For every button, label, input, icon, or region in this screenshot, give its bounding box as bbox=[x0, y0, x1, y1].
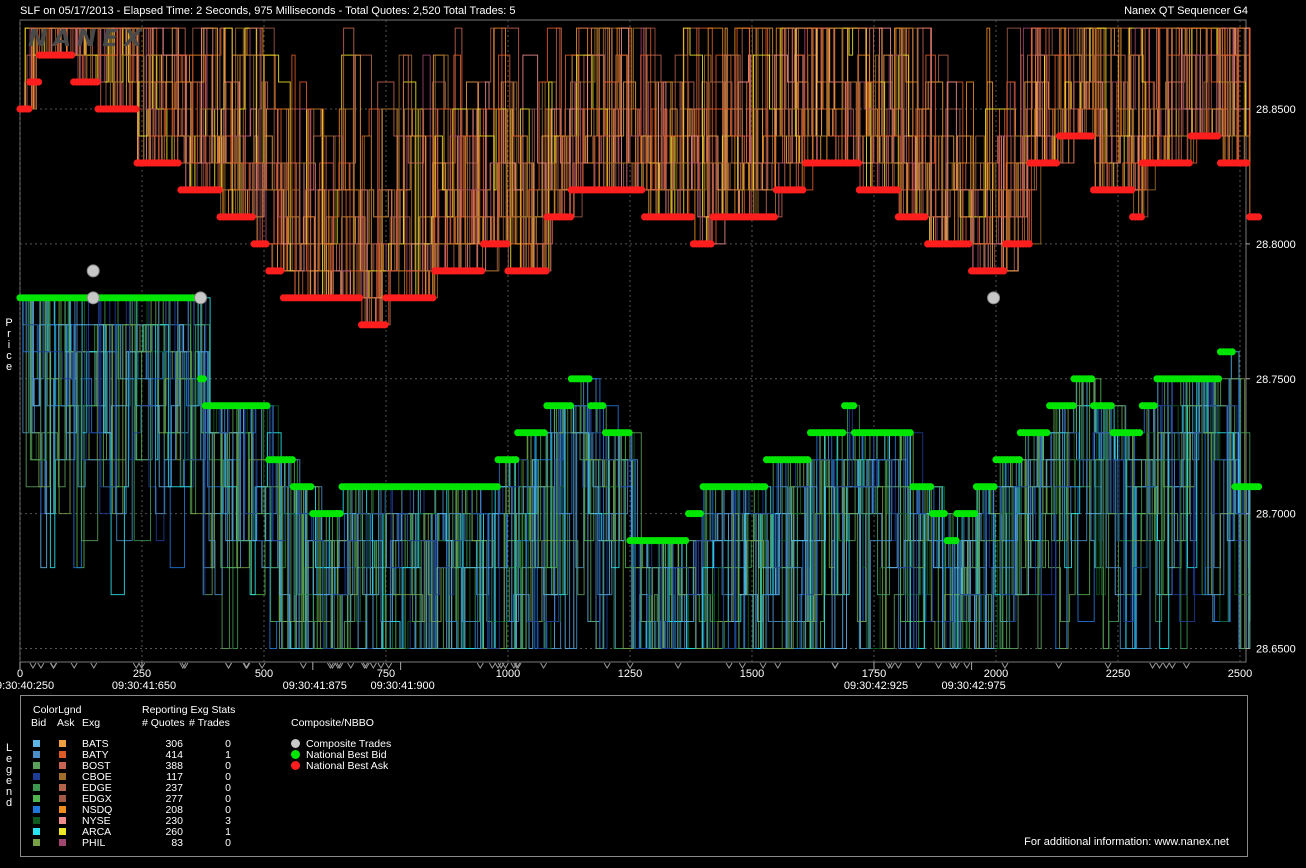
legend-row-cboe: CBOE 117 0 bbox=[21, 771, 261, 783]
price-chart: 28.650028.700028.750028.800028.85000 250 5… bbox=[0, 19, 1296, 692]
ask-swatch bbox=[59, 784, 66, 791]
x-tick-label: 750 bbox=[377, 668, 395, 680]
nbbo-title: Composite/NBBO bbox=[291, 717, 374, 729]
legend-side-label: Legend bbox=[5, 742, 13, 809]
x-axis-labels: 0250500750100012501500175020002250250009… bbox=[0, 662, 1252, 692]
legend-row-edge: EDGE 237 0 bbox=[21, 782, 261, 794]
legend-row-nsdq: NSDQ 208 0 bbox=[21, 804, 261, 816]
time-label: 09:30:41:900 bbox=[371, 680, 435, 692]
ask-swatch bbox=[59, 762, 66, 769]
legend-row-bost: BOST 388 0 bbox=[21, 760, 261, 772]
bid-swatch bbox=[33, 817, 40, 824]
nbbo-label: National Best Ask bbox=[306, 760, 389, 772]
time-label: 09:30:42:975 bbox=[941, 680, 1005, 692]
ask-header: Ask bbox=[57, 717, 75, 729]
x-tick-label: 2250 bbox=[1106, 668, 1130, 680]
legend-panel: ColorLgnd Bid Ask Exg Reporting Exg Stat… bbox=[20, 695, 1248, 857]
x-tick-label: 2000 bbox=[984, 668, 1008, 680]
nbbo-dot bbox=[291, 750, 300, 759]
color-legend-title: ColorLgnd bbox=[33, 704, 82, 716]
stats-title: Reporting Exg Stats bbox=[142, 704, 236, 716]
bid-header: Bid bbox=[31, 717, 47, 729]
y-tick-label: 28.6500 bbox=[1256, 644, 1296, 656]
axis-trade-ticks bbox=[29, 662, 1190, 669]
time-label: 09:30:41:875 bbox=[283, 680, 347, 692]
legend-row-baty: BATY 414 1 bbox=[21, 749, 261, 761]
bid-swatch bbox=[33, 762, 40, 769]
ask-swatch bbox=[59, 740, 66, 747]
y-axis-labels: 28.6500 28.7000 28.7500 28.8000 28.8500 bbox=[1246, 104, 1296, 656]
ask-swatch bbox=[59, 751, 66, 758]
nbbo-item-2: National Best Ask bbox=[291, 760, 388, 772]
bid-swatch bbox=[33, 839, 40, 846]
x-tick-label: 1250 bbox=[618, 668, 642, 680]
bid-swatch bbox=[33, 795, 40, 802]
legend-row-arca: ARCA 260 1 bbox=[21, 826, 261, 838]
footer-info: For additional information: www.nanex.ne… bbox=[1024, 836, 1229, 848]
bid-swatch bbox=[33, 773, 40, 780]
time-label: 09:30:40:250 bbox=[0, 680, 54, 692]
legend-row-bats: BATS 306 0 bbox=[21, 738, 261, 750]
bid-swatch bbox=[33, 751, 40, 758]
bid-swatch bbox=[33, 806, 40, 813]
y-tick-label: 28.7000 bbox=[1256, 509, 1296, 521]
quote-count: 83 bbox=[171, 837, 183, 849]
ask-swatch bbox=[59, 773, 66, 780]
exchange-name: PHIL bbox=[82, 837, 106, 849]
trade-marker bbox=[194, 291, 208, 305]
nbbo-dot bbox=[291, 739, 300, 748]
trade-marker bbox=[86, 291, 100, 305]
trade-count: 0 bbox=[225, 837, 231, 849]
y-tick-label: 28.8000 bbox=[1256, 239, 1296, 251]
ask-swatch bbox=[59, 839, 66, 846]
exg-header: Exg bbox=[82, 717, 101, 729]
x-tick-label: 2500 bbox=[1228, 668, 1252, 680]
x-tick-label: 1000 bbox=[496, 668, 520, 680]
nbbo-dot bbox=[291, 761, 300, 770]
quotes-header: # Quotes bbox=[142, 717, 185, 729]
legend-row-nyse: NYSE 230 3 bbox=[21, 815, 261, 827]
y-tick-label: 28.7500 bbox=[1256, 374, 1296, 386]
bid-swatch bbox=[33, 828, 40, 835]
legend-row-edgx: EDGX 277 0 bbox=[21, 793, 261, 805]
ask-swatch bbox=[59, 795, 66, 802]
legend-row-phil: PHIL 83 0 bbox=[21, 837, 261, 849]
trades-header: # Trades bbox=[189, 717, 230, 729]
price-axis-label: Price bbox=[5, 317, 13, 373]
trade-marker bbox=[987, 291, 1001, 305]
x-tick-label: 1500 bbox=[740, 668, 764, 680]
time-label: 09:30:42:925 bbox=[844, 680, 908, 692]
trade-marker bbox=[86, 264, 100, 278]
nanex-logo: NANEX bbox=[28, 26, 148, 52]
bid-swatch bbox=[33, 740, 40, 747]
time-label: 09:30:41:650 bbox=[112, 680, 176, 692]
ask-swatch bbox=[59, 806, 66, 813]
ask-swatch bbox=[59, 817, 66, 824]
ask-swatch bbox=[59, 828, 66, 835]
bid-swatch bbox=[33, 784, 40, 791]
x-tick-label: 500 bbox=[255, 668, 273, 680]
y-tick-label: 28.8500 bbox=[1256, 104, 1296, 116]
